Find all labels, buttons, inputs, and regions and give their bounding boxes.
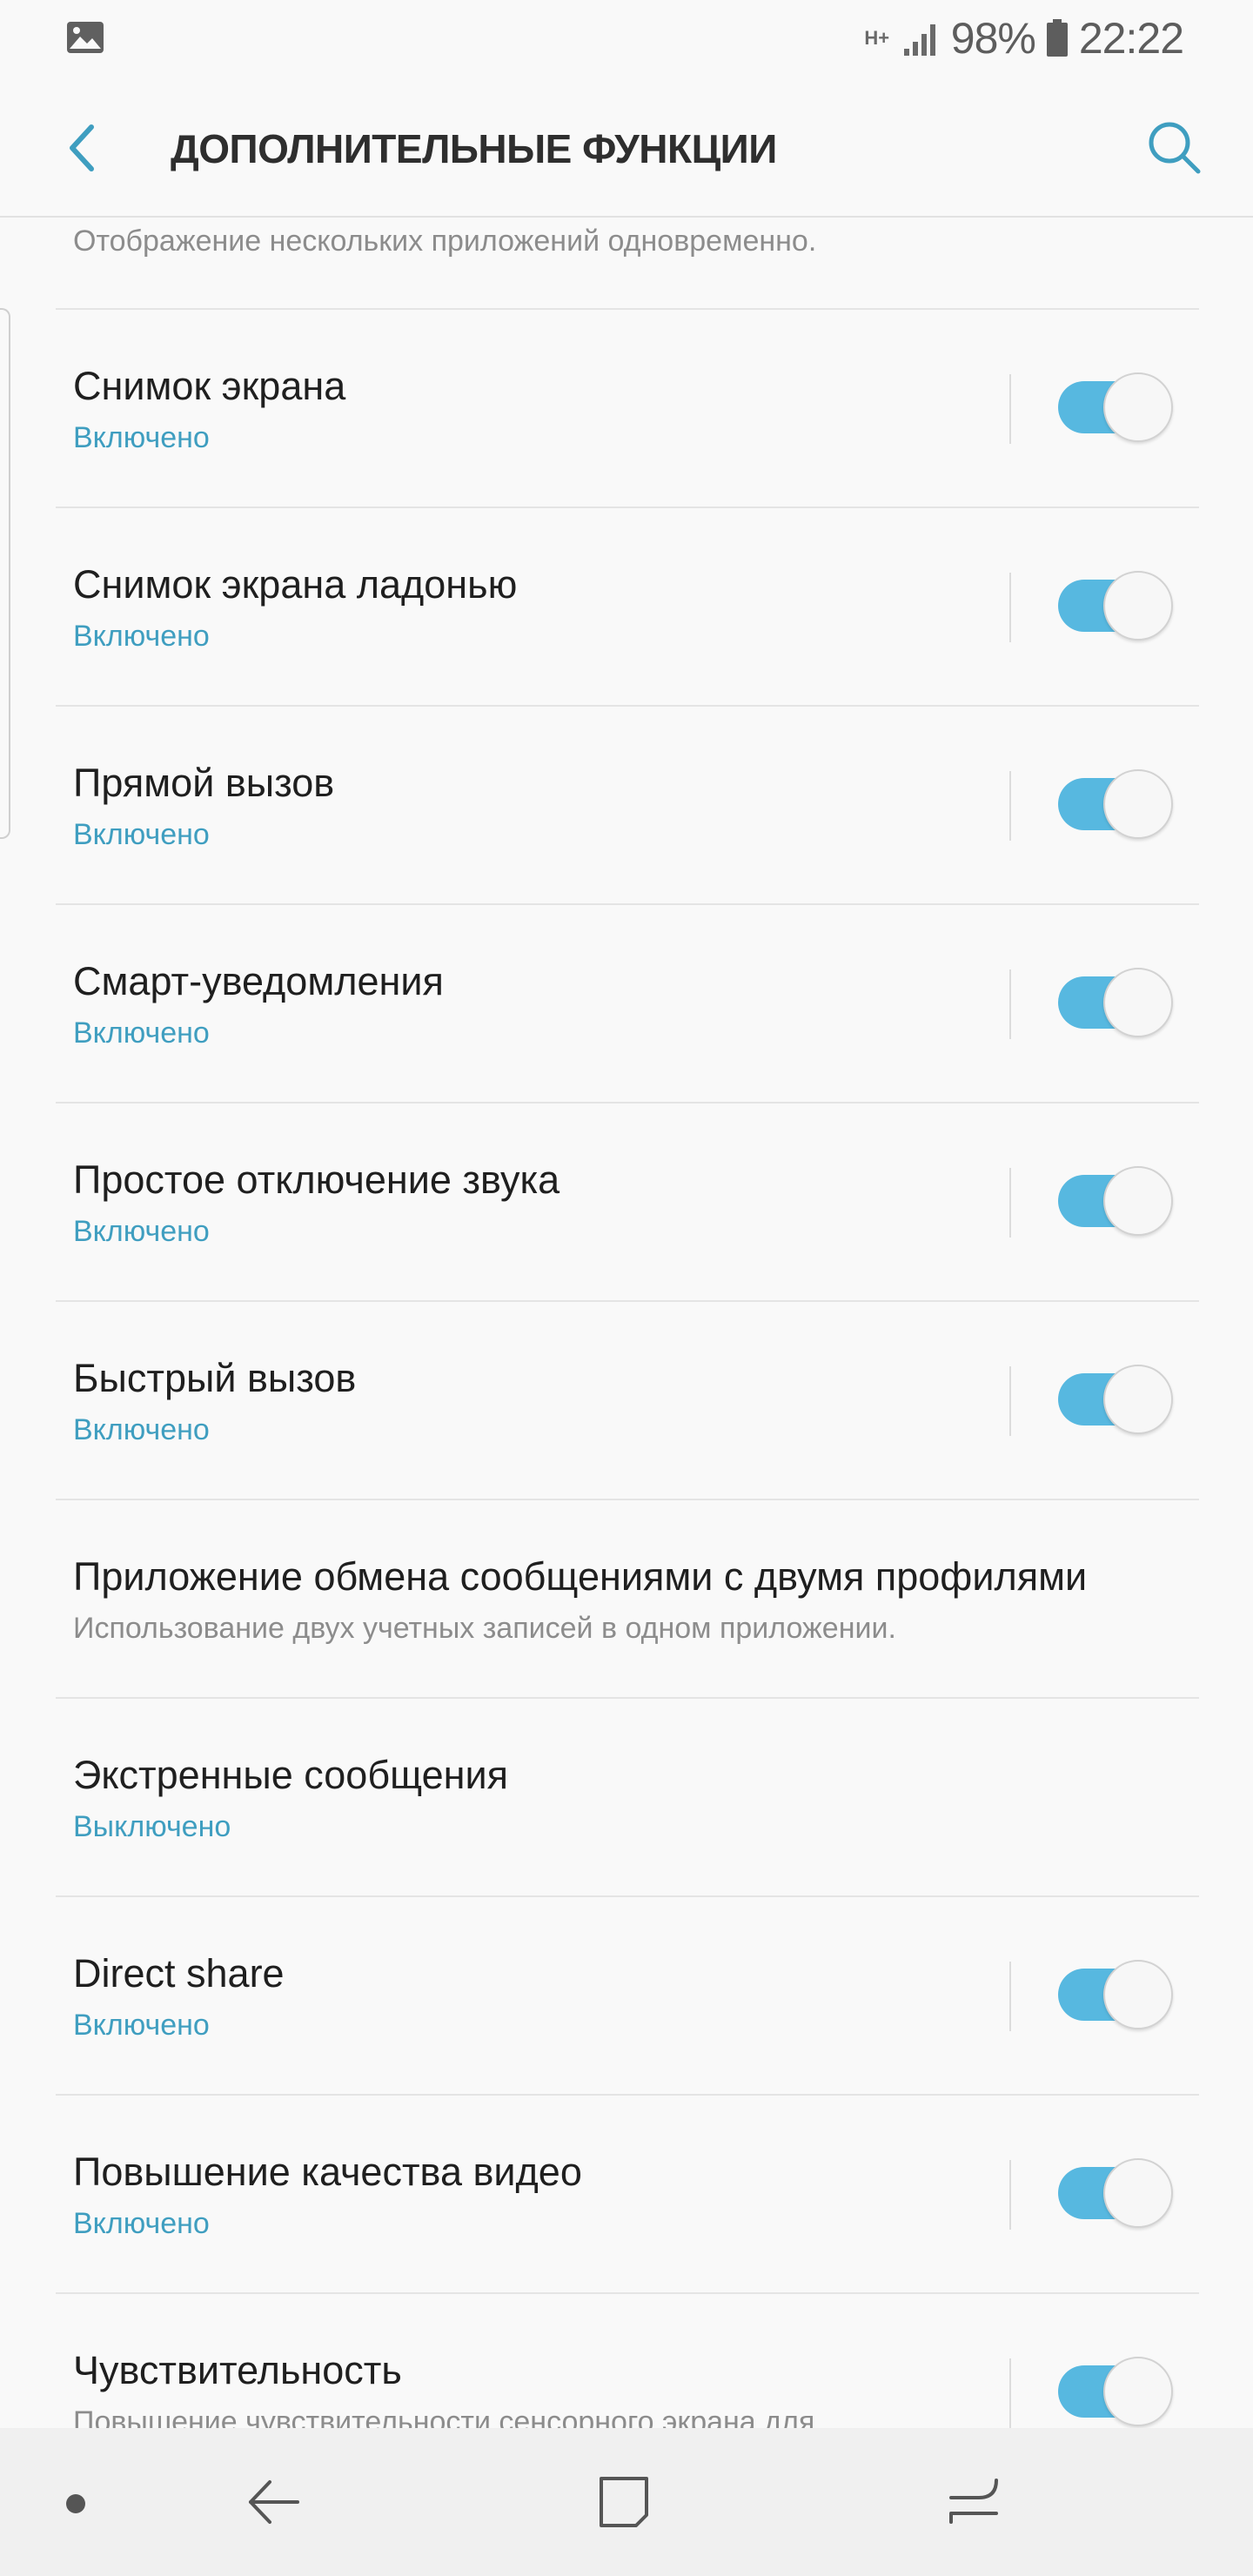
setting-row[interactable]: Снимок экрана ладонью Включено — [56, 508, 1199, 707]
toggle-switch[interactable] — [1056, 571, 1173, 641]
toggle-thumb — [1103, 2158, 1173, 2228]
row-divider — [1009, 969, 1011, 1039]
network-type: H+ — [864, 27, 890, 49]
row-divider — [1009, 1962, 1011, 2031]
setting-row[interactable]: Снимок экрана Включено — [56, 310, 1199, 508]
home-square-icon — [600, 2477, 648, 2527]
setting-row[interactable]: Смарт-уведомления Включено — [56, 905, 1199, 1104]
setting-row[interactable]: Быстрый вызов Включено — [56, 1302, 1199, 1500]
chevron-left-icon — [70, 124, 94, 171]
setting-row[interactable]: Экстренные сообщения Выключено — [56, 1699, 1199, 1897]
setting-row[interactable]: Прямой вызов Включено — [56, 707, 1199, 905]
setting-title: Снимок экрана — [73, 364, 346, 408]
setting-row[interactable]: Direct share Включено — [56, 1897, 1199, 2096]
toggle-switch[interactable] — [1056, 2357, 1173, 2426]
nav-recents-button[interactable] — [931, 2459, 1018, 2546]
setting-title: Повышение качества видео — [73, 2150, 582, 2194]
setting-status: Включено — [73, 421, 210, 454]
setting-title: Чувствительность — [73, 2348, 402, 2392]
toggle-thumb — [1103, 1960, 1173, 2029]
setting-title: Direct share — [73, 1951, 285, 1996]
toggle-thumb — [1103, 2357, 1173, 2426]
battery-percent: 98% — [950, 14, 1036, 63]
setting-title: Смарт-уведомления — [73, 959, 444, 1003]
settings-content: Отображение нескольких приложений одновр… — [0, 218, 1253, 2428]
setting-title: Снимок экрана ладонью — [73, 562, 518, 607]
nav-back-button[interactable] — [231, 2459, 318, 2546]
clock: 22:22 — [1078, 14, 1184, 63]
setting-row[interactable]: Повышение качества видео Включено — [56, 2096, 1199, 2294]
settings-screen: H+ 98% 22:22 ДОПОЛНИТЕЛЬНЫЕ ФУНКЦИИ Отоб… — [0, 0, 1253, 2576]
setting-row[interactable]: Простое отключение звука Включено — [56, 1104, 1199, 1302]
toggle-switch[interactable] — [1056, 372, 1173, 442]
row-divider — [1009, 2358, 1011, 2428]
recents-icon — [949, 2479, 998, 2524]
setting-row[interactable]: Приложение обмена сообщениями с двумя пр… — [56, 1500, 1199, 1699]
setting-status: Включено — [73, 1016, 210, 1050]
toggle-thumb — [1103, 1365, 1173, 1434]
battery-icon — [1046, 19, 1068, 57]
setting-title: Приложение обмена сообщениями с двумя пр… — [73, 1554, 1088, 1599]
signal-icon — [903, 24, 935, 56]
search-button[interactable] — [1140, 113, 1209, 183]
setting-description: Использование двух учетных записей в одн… — [73, 1612, 896, 1645]
setting-status: Выключено — [73, 1810, 231, 1843]
row-divider — [1009, 374, 1011, 444]
setting-status: Включено — [73, 2207, 210, 2240]
partial-item-description: Отображение нескольких приложений одновр… — [73, 225, 817, 258]
setting-title: Экстренные сообщения — [73, 1753, 509, 1797]
navigation-bar — [0, 2428, 1253, 2576]
row-divider — [1009, 573, 1011, 642]
settings-list: Снимок экрана Включено Снимок экрана ладон… — [0, 310, 1253, 2428]
status-bar: H+ 98% 22:22 — [0, 0, 1253, 77]
toggle-switch[interactable] — [1056, 769, 1173, 839]
toggle-switch[interactable] — [1056, 2158, 1173, 2228]
page-title: ДОПОЛНИТЕЛЬНЫЕ ФУНКЦИИ — [171, 126, 777, 171]
row-divider — [1009, 771, 1011, 841]
setting-title: Простое отключение звука — [73, 1157, 560, 1202]
toggle-switch[interactable] — [1056, 1365, 1173, 1434]
nav-home-button[interactable] — [581, 2459, 668, 2546]
search-icon — [1149, 122, 1201, 174]
setting-status: Включено — [73, 1215, 210, 1248]
dot-icon[interactable] — [66, 2494, 85, 2513]
setting-row[interactable]: Чувствительность Повышение чувствительнос… — [56, 2294, 1199, 2428]
setting-title: Прямой вызов — [73, 761, 335, 805]
setting-title: Быстрый вызов — [73, 1356, 357, 1400]
setting-status: Включено — [73, 620, 210, 653]
toggle-thumb — [1103, 571, 1173, 641]
toggle-thumb — [1103, 968, 1173, 1037]
status-indicators: H+ 98% 22:22 — [862, 12, 1184, 64]
app-bar: ДОПОЛНИТЕЛЬНЫЕ ФУНКЦИИ — [0, 77, 1253, 218]
toggle-thumb — [1103, 372, 1173, 442]
setting-status: Включено — [73, 2009, 210, 2042]
setting-description: Повышение чувствительности сенсорного эк… — [73, 2405, 815, 2428]
toggle-switch[interactable] — [1056, 1960, 1173, 2029]
row-divider — [1009, 1366, 1011, 1436]
toggle-thumb — [1103, 1166, 1173, 1236]
setting-status: Включено — [73, 818, 210, 851]
row-divider — [1009, 2160, 1011, 2230]
row-divider — [1009, 1168, 1011, 1238]
toggle-switch[interactable] — [1056, 968, 1173, 1037]
setting-status: Включено — [73, 1413, 210, 1446]
gallery-icon — [67, 22, 104, 53]
back-button[interactable] — [52, 113, 113, 183]
back-arrow-icon — [249, 2480, 299, 2524]
toggle-switch[interactable] — [1056, 1166, 1173, 1236]
toggle-thumb — [1103, 769, 1173, 839]
